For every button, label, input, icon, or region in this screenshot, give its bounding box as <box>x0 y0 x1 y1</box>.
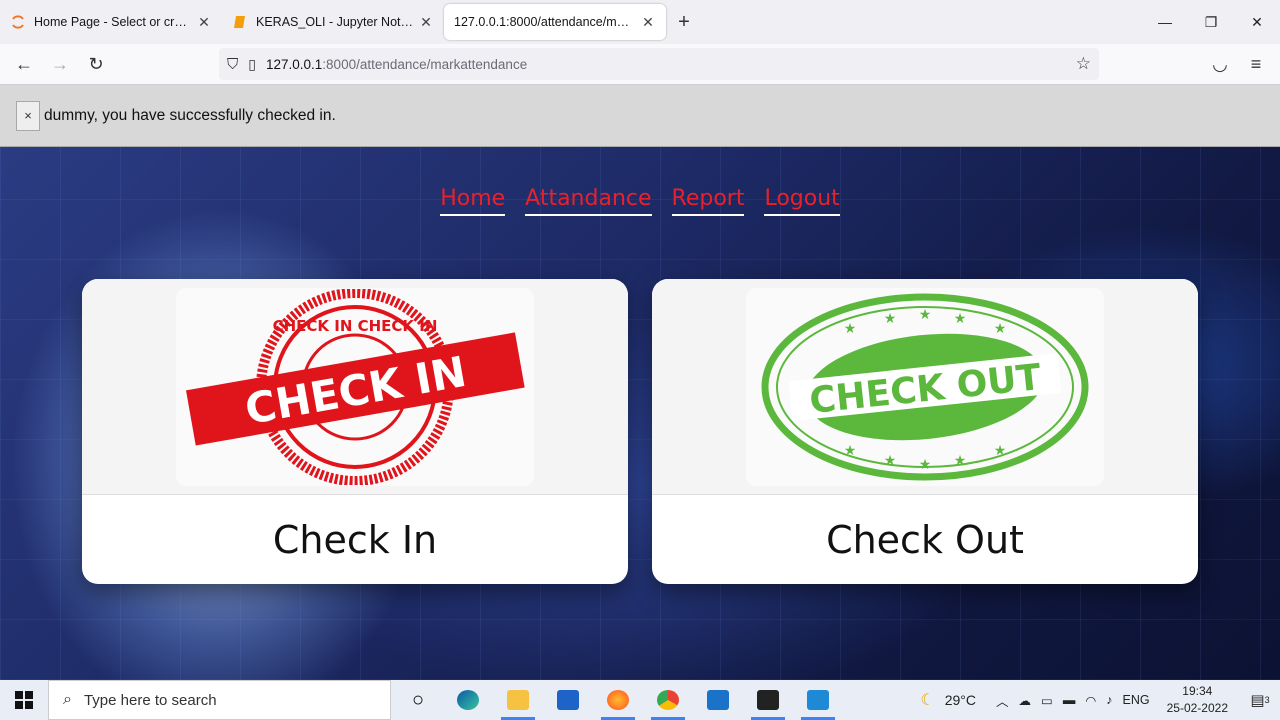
svg-text:★: ★ <box>954 311 967 327</box>
tab-title: 127.0.0.1:8000/attendance/markattendance <box>454 15 636 29</box>
nav-link-attendance[interactable]: Attandance <box>525 185 652 216</box>
task-view-icon[interactable]: ○ <box>393 680 443 720</box>
window-controls: — ❐ ✕ <box>1142 0 1280 44</box>
tab-markattendance[interactable]: 127.0.0.1:8000/attendance/markattendance… <box>444 4 666 40</box>
tray-chevron-up-icon[interactable]: ︿ <box>991 691 1014 710</box>
firefox-icon[interactable] <box>593 680 643 720</box>
page-content: × dummy, you have successfully checked i… <box>0 85 1280 680</box>
tab-close-icon[interactable]: ✕ <box>640 14 656 31</box>
url-path: :8000/attendance/markattendance <box>322 56 528 72</box>
svg-text:★: ★ <box>884 453 897 469</box>
taskbar-apps: ○ <box>393 680 843 720</box>
svg-text:★: ★ <box>844 443 857 459</box>
weather-moon-icon[interactable]: ☾ <box>915 690 939 710</box>
tab-close-icon[interactable]: ✕ <box>196 14 212 31</box>
weather-temp[interactable]: 29°C <box>940 692 981 708</box>
back-arrow-icon[interactable]: ← <box>6 46 42 82</box>
nav-link-logout[interactable]: Logout <box>764 185 840 216</box>
hamburger-menu-icon[interactable]: ≡ <box>1238 46 1274 82</box>
tab-title: Home Page - Select or create a notebook <box>34 15 192 29</box>
svg-text:★: ★ <box>919 457 932 473</box>
minimize-icon[interactable]: — <box>1142 0 1188 44</box>
url-host: 127.0.0.1 <box>265 56 323 72</box>
notification-count: 3 <box>1264 695 1270 705</box>
tab-jupyter-home[interactable]: Home Page - Select or create a notebook … <box>0 4 222 40</box>
svg-text:★: ★ <box>994 443 1007 459</box>
address-bar[interactable]: ⛉ ▯ 127.0.0.1:8000/attendance/markattend… <box>219 48 1099 80</box>
pocket-icon[interactable]: ◡ <box>1202 46 1238 82</box>
browser-tab-strip: Home Page - Select or create a notebook … <box>0 0 1280 44</box>
system-tray: ☾ 29°C ︿ ☁ ▭ ▬ ◠ ♪ ENG 19:34 25-02-2022 … <box>915 680 1280 720</box>
reload-icon[interactable]: ↻ <box>78 46 114 82</box>
battery-icon[interactable]: ▬ <box>1058 693 1081 707</box>
notification-icon[interactable]: ▤ 3 <box>1240 691 1280 709</box>
check-in-stamp-image[interactable]: CHECK IN CHECK IN CHECK IN <box>176 287 534 486</box>
device-icon[interactable]: ▭ <box>1036 693 1058 708</box>
volume-icon[interactable]: ♪ <box>1101 693 1117 707</box>
search-icon: ⌕ <box>63 691 72 708</box>
check-in-stamp-ring-text: CHECK IN CHECK IN <box>273 317 438 335</box>
svg-text:★: ★ <box>844 321 857 337</box>
language-indicator[interactable]: ENG <box>1118 693 1155 707</box>
alert-message: dummy, you have successfully checked in. <box>44 106 336 124</box>
success-alert: × dummy, you have successfully checked i… <box>0 85 1280 147</box>
cloud-icon[interactable]: ☁ <box>1014 693 1037 708</box>
check-out-image-area: ★ ★ ★ ★ ★ ★ ★ ★ ★ ★ CHECK OUT <box>652 279 1198 495</box>
check-in-stamp-text: CHECK IN <box>241 346 470 433</box>
page-info-icon[interactable]: ▯ <box>248 56 256 73</box>
mail-icon[interactable] <box>543 680 593 720</box>
svg-text:★: ★ <box>919 307 932 323</box>
svg-text:★: ★ <box>994 321 1007 337</box>
svg-text:★: ★ <box>954 453 967 469</box>
main-nav: Home Attandance Report Logout <box>0 185 1280 216</box>
taskbar-search-box[interactable]: ⌕ Type here to search <box>48 680 391 720</box>
tab-close-icon[interactable]: ✕ <box>418 14 434 31</box>
system-clock[interactable]: 19:34 25-02-2022 <box>1155 683 1240 717</box>
tab-keras-notebook[interactable]: KERAS_OLI - Jupyter Notebook ✕ <box>222 4 444 40</box>
check-in-label[interactable]: Check In <box>82 495 628 584</box>
search-placeholder: Type here to search <box>83 691 217 709</box>
clock-date: 25-02-2022 <box>1166 701 1228 715</box>
shield-icon[interactable]: ⛉ <box>227 56 238 73</box>
terminal-icon[interactable] <box>743 680 793 720</box>
file-explorer-icon[interactable] <box>493 680 543 720</box>
notebook-icon <box>232 14 248 30</box>
alert-close-button[interactable]: × <box>16 100 40 131</box>
close-window-icon[interactable]: ✕ <box>1234 0 1280 44</box>
check-out-label[interactable]: Check Out <box>652 495 1198 584</box>
check-in-image-area: CHECK IN CHECK IN CHECK IN <box>82 279 628 495</box>
check-out-stamp-image[interactable]: ★ ★ ★ ★ ★ ★ ★ ★ ★ ★ CHECK OUT <box>746 287 1104 486</box>
nav-link-home[interactable]: Home <box>440 185 506 216</box>
check-in-card[interactable]: CHECK IN CHECK IN CHECK IN Check In <box>82 279 628 584</box>
store-icon[interactable] <box>693 680 743 720</box>
windows-taskbar: ⌕ Type here to search ○ ☾ 29°C ︿ ☁ ▭ ▬ ◠… <box>0 680 1280 720</box>
bookmark-star-icon[interactable]: ☆ <box>1076 54 1091 74</box>
svg-text:★: ★ <box>884 311 897 327</box>
wifi-icon[interactable]: ◠ <box>1080 693 1101 708</box>
windows-start-icon[interactable] <box>0 680 48 720</box>
nav-link-report[interactable]: Report <box>671 185 745 216</box>
browser-toolbar: ← → ↻ ⛉ ▯ 127.0.0.1:8000/attendance/mark… <box>0 44 1280 85</box>
tab-title: KERAS_OLI - Jupyter Notebook <box>256 15 414 29</box>
check-out-card[interactable]: ★ ★ ★ ★ ★ ★ ★ ★ ★ ★ CHECK OUT Check Out <box>652 279 1198 584</box>
vscode-icon[interactable] <box>793 680 843 720</box>
edge-browser-icon[interactable] <box>443 680 493 720</box>
new-tab-plus-icon[interactable]: + <box>666 4 702 40</box>
chrome-icon[interactable] <box>643 680 693 720</box>
restore-icon[interactable]: ❐ <box>1188 0 1234 44</box>
jupyter-icon <box>10 14 26 30</box>
clock-time: 19:34 <box>1182 684 1213 698</box>
forward-arrow-icon[interactable]: → <box>42 46 78 82</box>
